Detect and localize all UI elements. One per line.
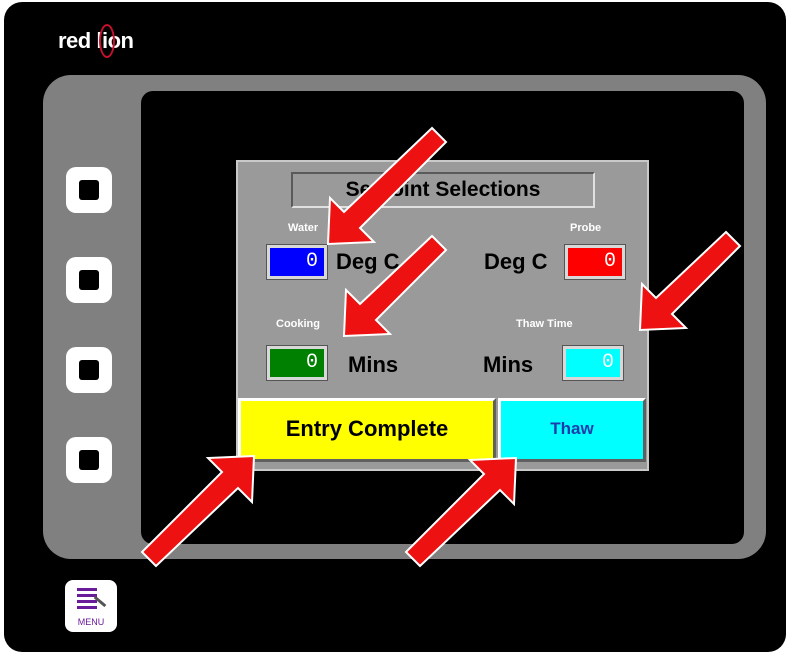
- water-field[interactable]: 0: [266, 244, 328, 280]
- cooking-field[interactable]: 0: [266, 345, 328, 381]
- water-label: Water: [288, 222, 319, 234]
- menu-button[interactable]: MENU: [65, 580, 117, 632]
- panel-title: Setpoint Selections: [291, 172, 595, 208]
- probe-unit: Deg C: [484, 249, 548, 274]
- menu-icon: [77, 588, 97, 614]
- side-key-2[interactable]: [66, 257, 112, 303]
- thaw-button[interactable]: Thaw: [498, 398, 646, 462]
- thaw-time-unit: Mins: [483, 352, 534, 377]
- probe-label: Probe: [570, 222, 602, 234]
- menu-label: MENU: [77, 617, 105, 627]
- probe-field[interactable]: 0: [564, 244, 626, 280]
- thaw-time-field[interactable]: 0: [562, 345, 624, 381]
- entry-complete-button[interactable]: Entry Complete: [238, 398, 496, 462]
- water-unit: Deg C: [336, 249, 400, 274]
- cooking-unit: Mins: [348, 352, 399, 377]
- side-key-1[interactable]: [66, 167, 112, 213]
- setpoint-panel: Setpoint Selections Water 0 Deg C Probe …: [236, 160, 649, 471]
- red-lion-logo: red lion: [58, 24, 134, 58]
- thaw-time-label: Thaw Time: [516, 318, 573, 330]
- side-key-4[interactable]: [66, 437, 112, 483]
- cooking-label: Cooking: [276, 318, 320, 330]
- side-key-3[interactable]: [66, 347, 112, 393]
